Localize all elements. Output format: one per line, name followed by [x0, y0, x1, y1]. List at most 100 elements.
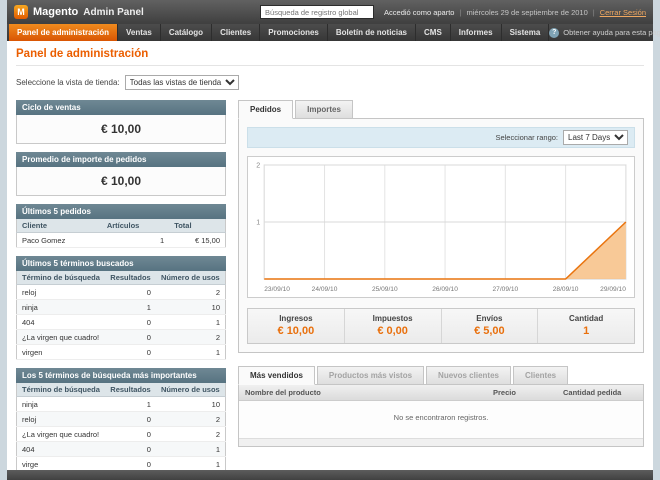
tab-bestsellers[interactable]: Más vendidos	[238, 366, 315, 385]
uses: 2	[155, 284, 226, 300]
uses: 1	[155, 314, 226, 330]
nav-item-sales[interactable]: Ventas	[118, 24, 161, 41]
last-orders-table: Cliente Artículos Total Paco Gomez 1 € 1…	[16, 219, 226, 248]
results: 1	[105, 299, 156, 315]
content-area: Panel de administración Seleccione la vi…	[7, 41, 653, 470]
last-orders-title: Últimos 5 pedidos	[16, 204, 226, 219]
top-search-terms-table: Término de búsqueda Resultados Número de…	[16, 383, 226, 470]
svg-text:23/09/10: 23/09/10	[264, 286, 290, 293]
search-term-row[interactable]: reloj 0 2	[16, 411, 226, 427]
svg-text:24/09/10: 24/09/10	[312, 286, 338, 293]
orders-chart: 23/09/10 24/09/10 25/09/10 26/09/10 27/09/10…	[247, 156, 635, 298]
term: reloj	[16, 411, 106, 427]
search-term-row[interactable]: virge 0 1	[16, 456, 226, 470]
search-term-row[interactable]: 404 0 1	[16, 314, 226, 330]
svg-text:2: 2	[256, 163, 260, 170]
nav-item-reports[interactable]: Informes	[451, 24, 502, 41]
column-header-uses: Número de usos	[155, 271, 226, 285]
term: 404	[16, 314, 106, 330]
column-header-results: Resultados	[105, 383, 156, 397]
uses: 10	[155, 396, 226, 412]
uses: 1	[155, 344, 226, 360]
nav-item-customers[interactable]: Clientes	[212, 24, 261, 41]
stat-label: Impuestos	[372, 314, 413, 323]
svg-text:1: 1	[256, 220, 260, 227]
uses: 2	[155, 329, 226, 345]
store-view-label: Seleccione la vista de tienda:	[16, 78, 120, 87]
dashboard-main-column: Pedidos Importes Seleccionar rango: Last…	[238, 100, 644, 470]
last-search-terms-title: Últimos 5 términos buscados	[16, 256, 226, 271]
stat-quantity: Cantidad 1	[537, 309, 634, 343]
term: reloj	[16, 284, 106, 300]
svg-text:29/09/10: 29/09/10	[600, 286, 626, 293]
search-term-row[interactable]: 404 0 1	[16, 441, 226, 457]
page-title: Panel de administración	[16, 48, 644, 66]
page-help-link[interactable]: Obtener ayuda para esta página	[549, 24, 660, 41]
results: 0	[105, 314, 156, 330]
footer-bar	[7, 470, 653, 480]
uses: 2	[155, 411, 226, 427]
orders-chart-svg: 23/09/10 24/09/10 25/09/10 26/09/10 27/09/10…	[256, 163, 627, 293]
nav-item-dashboard[interactable]: Panel de administración	[9, 24, 119, 41]
top-header: M Magento Admin Panel Accedió como apart…	[7, 0, 653, 24]
search-term-row[interactable]: reloj 0 2	[16, 284, 226, 300]
tab-customers[interactable]: Clientes	[512, 366, 569, 385]
order-row[interactable]: Paco Gomez 1 € 15,00	[16, 232, 226, 248]
search-term-row[interactable]: virgen 0 1	[16, 344, 226, 360]
page-help-label: Obtener ayuda para esta página	[563, 28, 660, 37]
bestsellers-table-header: Nombre del producto Precio Cantidad pedi…	[239, 385, 643, 401]
results: 0	[105, 441, 156, 457]
stat-label: Envíos	[476, 314, 503, 323]
order-total: € 15,00	[169, 232, 226, 248]
tab-new-customers[interactable]: Nuevos clientes	[426, 366, 511, 385]
empty-records-message: No se encontraron registros.	[239, 401, 643, 438]
table-header-row: Cliente Artículos Total	[16, 219, 226, 233]
stat-tax: Impuestos € 0,00	[343, 309, 441, 343]
logo-subtitle: Admin Panel	[83, 6, 144, 18]
diagram-tabs: Pedidos Importes	[238, 100, 644, 119]
nav-item-promotions[interactable]: Promociones	[260, 24, 328, 41]
orders-panel: Seleccionar rango: Last 7 Days 23/09/10 2…	[238, 118, 644, 353]
uses: 2	[155, 426, 226, 442]
grids-section: Más vendidos Productos más vistos Nuevos…	[238, 366, 644, 447]
nav-item-cms[interactable]: CMS	[416, 24, 451, 41]
stat-value: € 5,00	[474, 325, 505, 337]
nav-item-system[interactable]: Sistema	[502, 24, 550, 41]
search-term-row[interactable]: ¿La virgen que cuadro! 0 2	[16, 426, 226, 442]
column-header-results: Resultados	[105, 271, 156, 285]
range-select[interactable]: Last 7 Days	[563, 130, 628, 145]
svg-text:25/09/10: 25/09/10	[372, 286, 398, 293]
table-footer-strip	[239, 438, 643, 446]
lifetime-sales-value: € 10,00	[16, 115, 226, 144]
search-term-row[interactable]: ninja 1 10	[16, 299, 226, 315]
user-info: Accedió como aparto miércoles 29 de sept…	[384, 8, 646, 17]
tab-most-viewed[interactable]: Productos más vistos	[316, 366, 425, 385]
column-header-quantity: Cantidad pedida	[563, 388, 622, 397]
uses: 10	[155, 299, 226, 315]
top-search-terms-box: Los 5 términos de búsqueda más important…	[16, 368, 226, 470]
store-view-select[interactable]: Todas las vistas de tienda	[124, 75, 239, 90]
logout-link[interactable]: Cerrar Sesión	[588, 8, 646, 17]
column-header-term: Término de búsqueda	[16, 383, 106, 397]
totals-bar: Ingresos € 10,00 Impuestos € 0,00 Envíos…	[247, 308, 635, 344]
bestsellers-table: Nombre del producto Precio Cantidad pedi…	[238, 384, 644, 447]
tab-orders[interactable]: Pedidos	[238, 100, 294, 119]
order-items: 1	[101, 232, 170, 248]
magento-admin-app: M Magento Admin Panel Accedió como apart…	[7, 0, 660, 480]
stat-value: 1	[583, 325, 590, 337]
term: 404	[16, 441, 106, 457]
last-search-terms-box: Últimos 5 términos buscados Término de b…	[16, 256, 226, 360]
search-term-row[interactable]: ¿La virgen que cuadro! 0 2	[16, 329, 226, 345]
uses: 1	[155, 456, 226, 470]
global-search-input[interactable]	[260, 5, 375, 19]
stat-value: € 10,00	[277, 325, 315, 337]
search-term-row[interactable]: ninja 1 10	[16, 396, 226, 412]
svg-text:28/09/10: 28/09/10	[553, 286, 579, 293]
lifetime-sales-title: Ciclo de ventas	[16, 100, 226, 115]
tab-amounts[interactable]: Importes	[295, 100, 353, 119]
nav-item-catalog[interactable]: Catálogo	[161, 24, 213, 41]
nav-item-newsletter[interactable]: Boletín de noticias	[328, 24, 416, 41]
magento-logo[interactable]: M Magento Admin Panel	[14, 5, 144, 19]
magento-logo-icon: M	[14, 5, 28, 19]
range-bar: Seleccionar rango: Last 7 Days	[247, 127, 635, 148]
